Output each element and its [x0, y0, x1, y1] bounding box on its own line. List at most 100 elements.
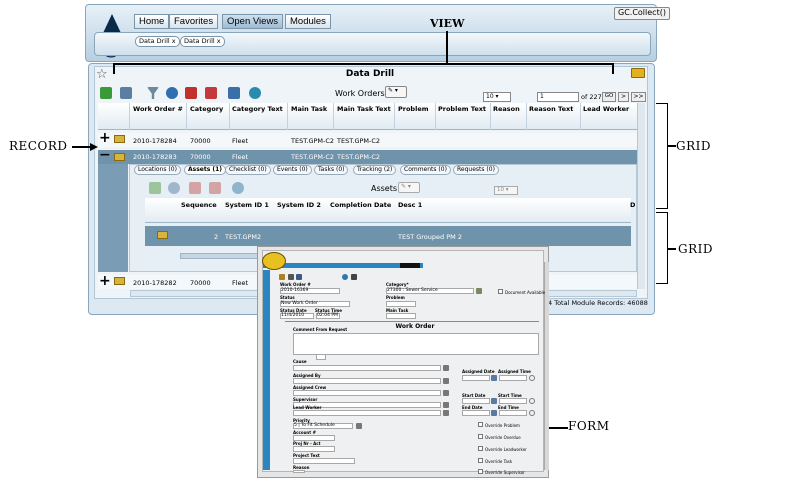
last-page-button[interactable]: >>	[631, 92, 646, 102]
view-tab-data-drill-2[interactable]: Data Drill x	[180, 36, 225, 47]
page-size-select[interactable]: 10 ▾	[483, 92, 511, 102]
clock-icon[interactable]	[529, 398, 535, 404]
priority-field[interactable]: 5 | To Fit Schedule	[293, 423, 353, 429]
expand-row-button[interactable]: +	[99, 131, 111, 145]
cause-input[interactable]	[293, 365, 441, 371]
calendar-icon[interactable]	[491, 410, 497, 416]
open-folder-icon[interactable]	[114, 153, 125, 161]
column-header-d[interactable]: D	[630, 201, 635, 209]
add-record-icon[interactable]	[149, 182, 161, 194]
nav-tab-home[interactable]: Home	[134, 14, 170, 29]
override-overdue-checkbox[interactable]	[478, 434, 483, 439]
search-icon[interactable]	[166, 87, 178, 99]
go-button[interactable]: GO	[602, 92, 616, 102]
assigned-by-lookup-icon[interactable]	[443, 378, 449, 384]
category-field[interactable]: 27300 : Sewer Service	[386, 288, 474, 294]
status-field[interactable]: New Work Order	[280, 301, 350, 307]
clock-icon[interactable]	[529, 410, 535, 416]
detail-tab-checklist[interactable]: Checklist (0)	[225, 165, 271, 175]
calendar-icon[interactable]	[491, 375, 497, 381]
main-task-field[interactable]	[386, 313, 416, 319]
comment-textarea[interactable]	[293, 333, 539, 355]
lead-worker-lookup-icon[interactable]	[443, 410, 449, 416]
calendar-icon[interactable]	[491, 398, 497, 404]
column-header-lead-worker[interactable]: Lead Worker	[583, 105, 629, 113]
add-record-icon[interactable]	[100, 87, 112, 99]
work-order-field[interactable]: 2010-16369	[280, 288, 340, 294]
grid-vertical-scrollbar[interactable]	[637, 103, 645, 289]
start-date-field[interactable]	[462, 398, 490, 404]
override-supervisor-checkbox[interactable]	[478, 469, 483, 474]
column-header-problem[interactable]: Problem	[398, 105, 429, 113]
assigned-crew-field[interactable]	[293, 390, 441, 396]
column-header-reason[interactable]: Reason	[493, 105, 520, 113]
expand-row-button[interactable]: +	[99, 274, 111, 288]
detail-tab-requests[interactable]: Requests (0)	[453, 165, 499, 175]
save-view-icon[interactable]	[228, 87, 240, 99]
column-header-system-id-1[interactable]: System ID 1	[225, 201, 269, 209]
supervisor-lookup-icon[interactable]	[443, 402, 449, 408]
override-task-checkbox[interactable]	[478, 458, 483, 463]
gc-collect-button[interactable]: GC.Collect()	[614, 7, 670, 20]
nav-tab-open-views[interactable]: Open Views	[222, 14, 284, 29]
column-header-sequence[interactable]: Sequence	[181, 201, 217, 209]
end-time-field[interactable]	[499, 410, 527, 416]
export-icon[interactable]	[631, 68, 645, 78]
proj-field[interactable]	[293, 446, 335, 452]
column-header-problem-text[interactable]: Problem Text	[438, 105, 486, 113]
nav-tab-favorites[interactable]: Favorites	[169, 14, 219, 29]
priority-lookup-icon[interactable]	[356, 423, 362, 429]
refresh-icon[interactable]	[249, 87, 261, 99]
detail-tab-tasks[interactable]: Tasks (0)	[314, 165, 349, 175]
document-available-checkbox[interactable]	[498, 289, 503, 294]
column-header-work-order[interactable]: Work Order #	[133, 105, 183, 113]
folder-icon[interactable]	[279, 274, 285, 280]
reason-field[interactable]	[293, 470, 305, 473]
assigned-date-field[interactable]	[462, 375, 490, 381]
nav-tab-modules[interactable]: Modules	[285, 14, 331, 29]
column-header-reason-text[interactable]: Reason Text	[529, 105, 573, 113]
toolbox-icon[interactable]	[189, 182, 201, 194]
detail-tab-locations[interactable]: Locations (0)	[134, 165, 181, 175]
column-header-main-task-text[interactable]: Main Task Text	[337, 105, 391, 113]
assigned-time-field[interactable]	[499, 375, 527, 381]
close-icon[interactable]: x	[217, 37, 221, 45]
end-date-field[interactable]	[462, 410, 490, 416]
open-folder-icon[interactable]	[114, 277, 125, 285]
close-icon[interactable]: x	[172, 37, 176, 45]
detail-horizontal-scrollbar[interactable]	[180, 253, 260, 259]
save-icon[interactable]	[296, 274, 302, 280]
view-selector-dropdown[interactable]: ✎ ▾	[385, 86, 407, 98]
detail-tab-comments[interactable]: Comments (0)	[400, 165, 451, 175]
cause-field[interactable]	[316, 354, 326, 360]
detail-tab-events[interactable]: Events (0)	[273, 165, 312, 175]
close-icon[interactable]	[351, 274, 357, 280]
assigned-crew-lookup-icon[interactable]	[443, 390, 449, 396]
status-time-field[interactable]: 02:04 PM	[316, 313, 340, 319]
detail-tab-tracking[interactable]: Tracking (2)	[353, 165, 397, 175]
next-page-button[interactable]: >	[618, 92, 629, 102]
clock-icon[interactable]	[529, 375, 535, 381]
view-tab-data-drill-1[interactable]: Data Drill x	[135, 36, 180, 47]
column-header-category-text[interactable]: Category Text	[232, 105, 283, 113]
assigned-by-field[interactable]	[293, 378, 441, 384]
start-time-field[interactable]	[499, 398, 527, 404]
page-number-input[interactable]: 1	[537, 92, 579, 102]
detail-tab-assets[interactable]: Assets (1)	[184, 165, 227, 175]
toolbox-icon[interactable]	[185, 87, 197, 99]
detail-view-dropdown[interactable]: ✎ ▾	[398, 182, 420, 193]
collapse-row-button[interactable]: −	[99, 148, 111, 162]
open-folder-icon[interactable]	[114, 135, 125, 143]
document-icon[interactable]	[120, 87, 132, 99]
column-header-system-id-2[interactable]: System ID 2	[277, 201, 321, 209]
search-icon[interactable]	[168, 182, 180, 194]
pdf-icon[interactable]	[209, 182, 221, 194]
column-header-main-task[interactable]: Main Task	[291, 105, 327, 113]
override-leadworker-checkbox[interactable]	[478, 446, 483, 451]
refresh-icon[interactable]	[342, 274, 348, 280]
project-text-field[interactable]	[293, 458, 355, 464]
detail-page-size-select[interactable]: 10 ▾	[494, 186, 518, 195]
open-folder-icon[interactable]	[157, 231, 168, 239]
problem-field[interactable]	[386, 301, 416, 307]
favorite-star-icon[interactable]: ☆	[96, 67, 108, 82]
